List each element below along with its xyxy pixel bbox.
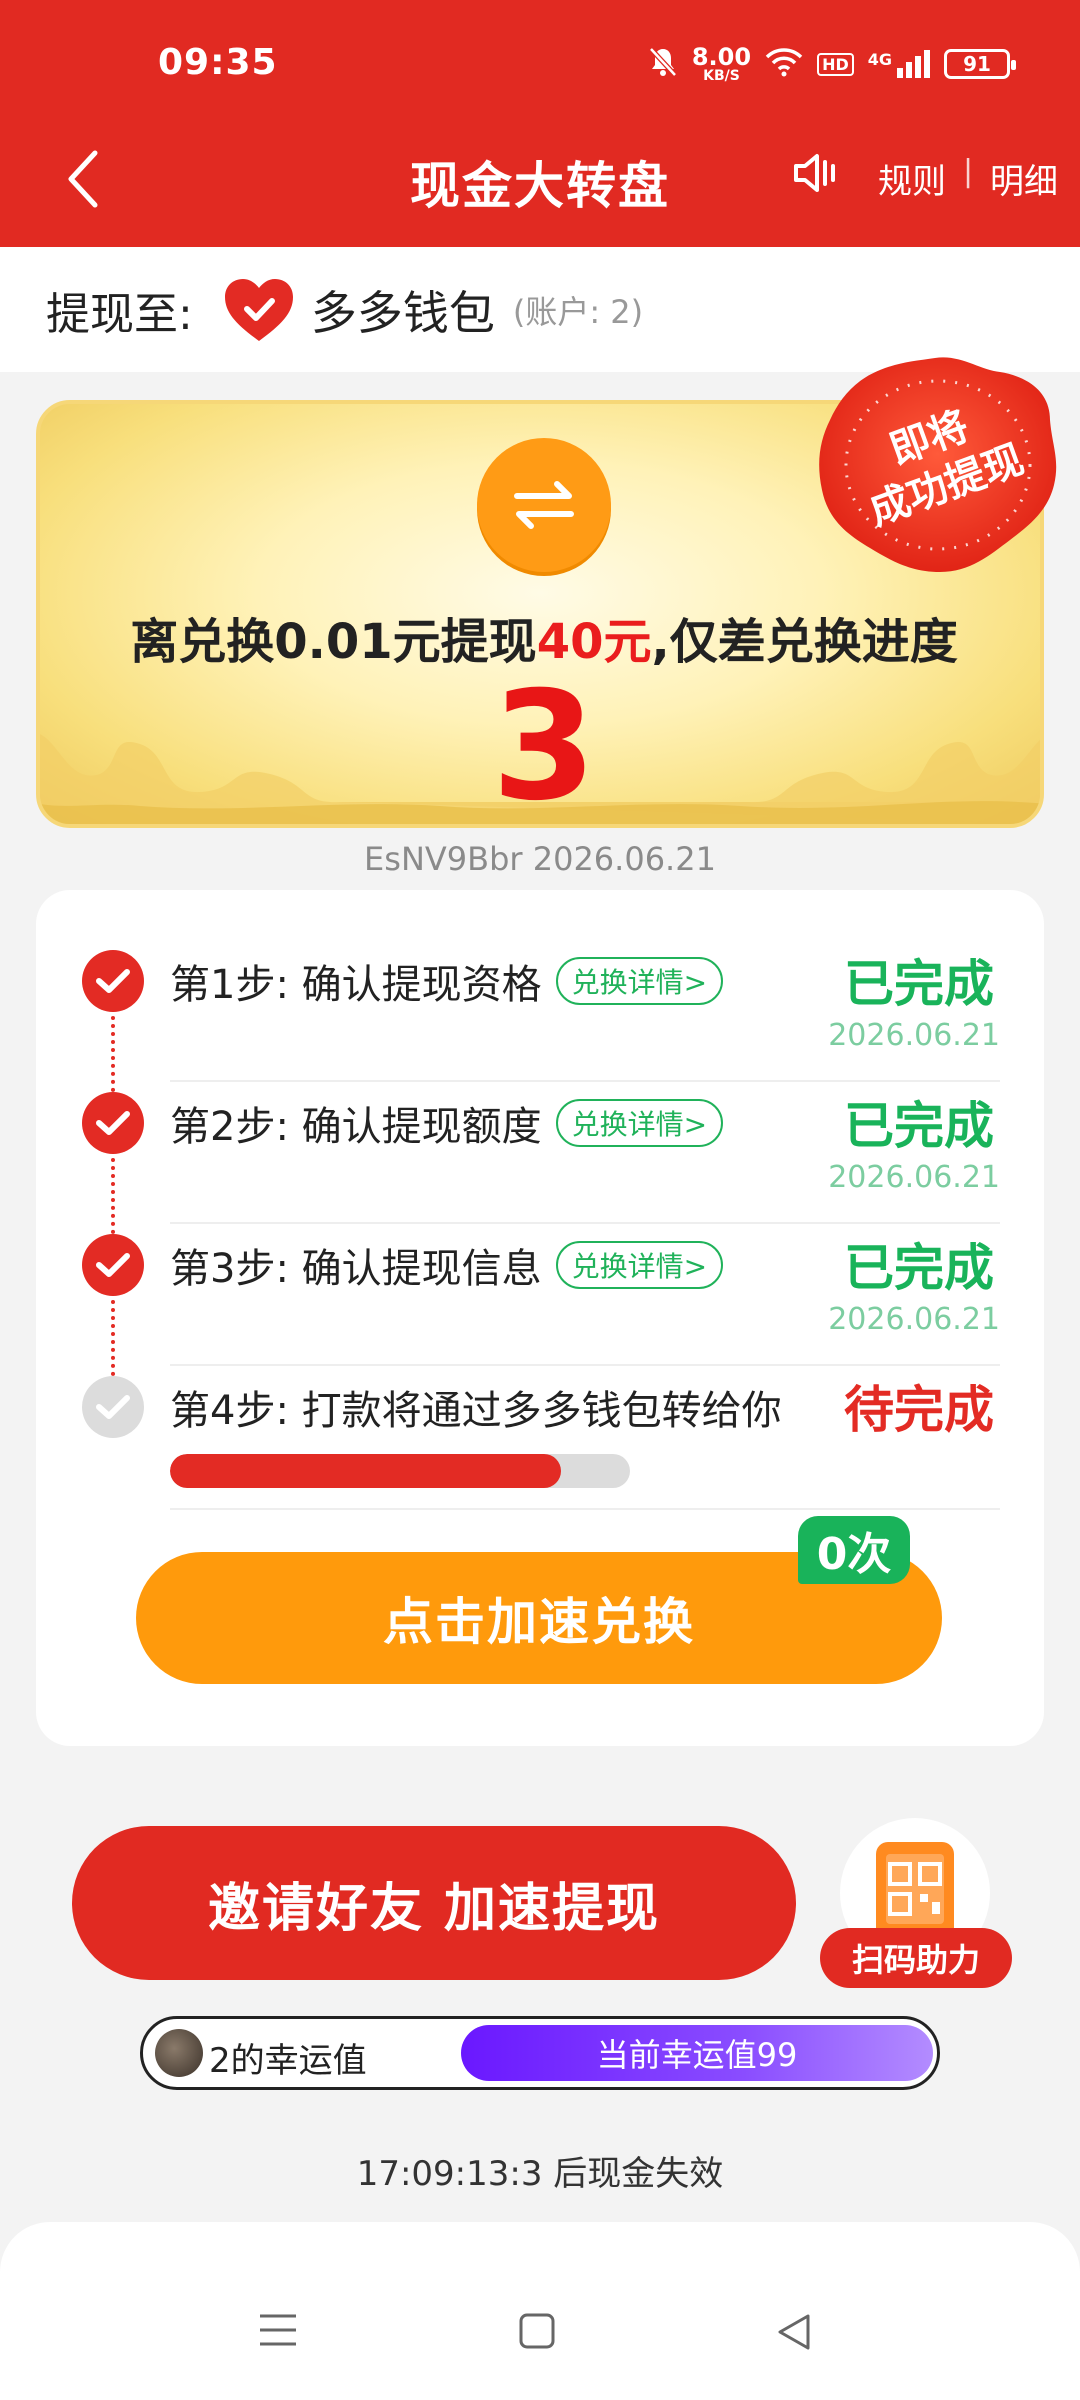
luck-value-bar: 2的幸运值 当前幸运值99	[140, 2016, 940, 2090]
step-status: 待完成	[844, 1381, 994, 1439]
withdraw-label: 提现至:	[46, 288, 193, 340]
status-icons: 8.00 KB/S HD 4G 91	[648, 43, 1016, 84]
hd-badge: HD	[817, 52, 854, 76]
success-seal-badge: 即将 成功提现	[819, 357, 1057, 572]
expiry-countdown: 17:09:13:3 后现金失效	[356, 2154, 724, 2194]
home-icon[interactable]	[518, 2312, 556, 2350]
step-text: 第2步: 确认提现额度 兑换详情>	[170, 1094, 724, 1152]
account-info: (账户: 2)	[512, 292, 644, 331]
check-icon	[82, 950, 144, 1012]
status-time: 09:35	[158, 42, 278, 83]
step-status: 已完成	[844, 1097, 994, 1155]
wifi-icon	[765, 47, 803, 82]
steps-card: 第1步: 确认提现资格 兑换详情> 已完成 2026.06.21 第2步: 确认提…	[36, 890, 1044, 1746]
step-text: 第3步: 确认提现信息 兑换详情>	[170, 1236, 724, 1294]
sound-button[interactable]	[790, 148, 840, 202]
current-luck-value: 当前幸运值99	[461, 2025, 933, 2081]
network-speed: 8.00 KB/S	[691, 43, 752, 84]
wallet-name: 多多钱包	[310, 285, 495, 340]
avatar	[155, 2029, 203, 2077]
invite-friends-button[interactable]: 邀请好友 加速提现	[72, 1826, 796, 1980]
speaker-icon	[794, 154, 835, 192]
system-nav-bar	[0, 2222, 1080, 2400]
exchange-details-button[interactable]: 兑换详情>	[555, 1241, 724, 1289]
remaining-progress-number: 3	[491, 660, 597, 828]
payout-progress-bar	[170, 1454, 630, 1488]
check-icon	[82, 1234, 144, 1296]
rules-link[interactable]: 规则	[878, 154, 946, 203]
step-item: 第4步: 打款将通过多多钱包转给你 待完成	[36, 1316, 1044, 1458]
scan-assist-label[interactable]: 扫码助力	[820, 1928, 1012, 1988]
step-status: 已完成	[844, 1239, 994, 1297]
nav-bar: 现金大转盘 规则 | 明细	[0, 130, 1080, 247]
step-item: 第2步: 确认提现额度 兑换详情> 已完成 2026.06.21	[36, 1032, 1044, 1195]
details-link[interactable]: 明细	[990, 154, 1058, 203]
step-item: 第3步: 确认提现信息 兑换详情> 已完成 2026.06.21	[36, 1174, 1044, 1337]
pending-check-icon	[82, 1376, 144, 1438]
step-item: 第1步: 确认提现资格 兑换详情> 已完成 2026.06.21	[36, 890, 1044, 1053]
luck-owner-label: 2的幸运值	[209, 2041, 367, 2081]
divider	[170, 1508, 1000, 1510]
check-icon	[82, 1092, 144, 1154]
step-text: 第4步: 打款将通过多多钱包转给你	[170, 1388, 782, 1434]
progress-fill	[170, 1454, 561, 1488]
app-header: 09:35 8.00 KB/S HD 4G 91 现金大转盘 规则 | 明细	[0, 0, 1080, 247]
back-triangle-icon[interactable]	[774, 2312, 814, 2352]
code-and-date: EsNV9Bbr 2026.06.21	[364, 840, 716, 878]
status-bar: 09:35 8.00 KB/S HD 4G 91	[0, 0, 1080, 130]
exchange-details-button[interactable]: 兑换详情>	[555, 957, 724, 1005]
wallet-heart-icon	[223, 277, 295, 343]
signal-icon: 4G	[868, 50, 930, 78]
exchange-icon	[477, 438, 611, 572]
step-text: 第1步: 确认提现资格 兑换详情>	[170, 952, 724, 1010]
mute-icon	[648, 46, 678, 83]
header-separator: |	[963, 154, 974, 189]
remaining-count-badge: 0次	[798, 1516, 910, 1584]
menu-icon[interactable]	[258, 2312, 298, 2348]
step-status: 已完成	[844, 955, 994, 1013]
exchange-details-button[interactable]: 兑换详情>	[555, 1099, 724, 1147]
battery-icon: 91	[944, 49, 1016, 79]
